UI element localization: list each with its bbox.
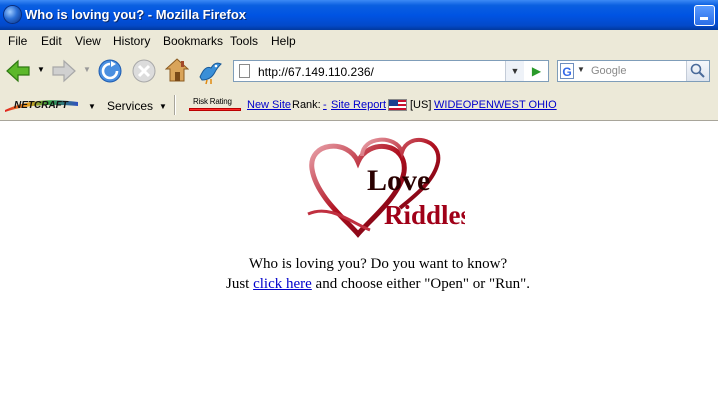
risk-rating-label: Risk Rating bbox=[193, 97, 232, 106]
stop-icon[interactable] bbox=[131, 58, 157, 84]
reload-icon[interactable] bbox=[97, 58, 123, 84]
menu-help[interactable]: Help bbox=[271, 34, 296, 48]
menu-bar: File Edit View History Bookmarks Tools H… bbox=[0, 30, 718, 53]
logo-love-text: Love bbox=[367, 164, 430, 197]
host-link[interactable]: WIDEOPENWEST OHIO bbox=[434, 99, 557, 111]
site-report-link[interactable]: Site Report bbox=[331, 99, 386, 111]
search-input[interactable]: Google bbox=[591, 65, 626, 77]
firefox-logo-icon bbox=[4, 6, 21, 23]
risk-rating-bar bbox=[189, 108, 241, 111]
menu-edit[interactable]: Edit bbox=[41, 34, 62, 48]
url-text[interactable]: http://67.149.110.236/ bbox=[258, 65, 374, 79]
us-flag-icon bbox=[388, 99, 407, 111]
menu-tools[interactable]: Tools bbox=[230, 34, 258, 48]
window-titlebar[interactable]: Who is loving you? - Mozilla Firefox bbox=[0, 0, 718, 30]
rank-label: Rank: bbox=[292, 99, 321, 111]
netcraft-logo[interactable]: NETCRAFT bbox=[4, 98, 80, 112]
bird-addon-icon[interactable] bbox=[197, 57, 223, 85]
risk-rating-meter[interactable]: Risk Rating bbox=[189, 97, 241, 112]
logo-riddles-text: Riddles bbox=[384, 200, 465, 230]
navigation-toolbar: ▼ ▼ http://67.149.110.236/ ▼ ▶ G ▼ Googl… bbox=[0, 52, 718, 91]
page-content: Love Riddles Who is loving you? Do you w… bbox=[0, 121, 718, 417]
home-icon[interactable] bbox=[165, 57, 189, 83]
netcraft-toolbar: NETCRAFT ▼ Services ▼ Risk Rating New Si… bbox=[0, 90, 718, 121]
minimize-button[interactable] bbox=[694, 5, 715, 26]
menu-file[interactable]: File bbox=[8, 34, 27, 48]
google-engine-icon[interactable]: G bbox=[560, 63, 574, 79]
new-site-link[interactable]: New Site bbox=[247, 99, 291, 111]
netcraft-logo-text: NETCRAFT bbox=[14, 100, 69, 111]
click-here-link[interactable]: click here bbox=[253, 276, 312, 292]
rank-value[interactable]: - bbox=[323, 99, 327, 111]
search-button[interactable] bbox=[686, 61, 709, 81]
back-dropdown-icon[interactable]: ▼ bbox=[37, 65, 45, 74]
netcraft-dropdown-icon[interactable]: ▼ bbox=[88, 102, 96, 111]
forward-dropdown-icon[interactable]: ▼ bbox=[83, 65, 91, 74]
window-title: Who is loving you? - Mozilla Firefox bbox=[25, 7, 246, 22]
url-history-dropdown-icon[interactable]: ▼ bbox=[505, 61, 524, 81]
forward-arrow-icon[interactable] bbox=[51, 59, 77, 83]
services-dropdown-icon[interactable]: ▼ bbox=[159, 102, 167, 111]
menu-view[interactable]: View bbox=[75, 34, 101, 48]
url-bar[interactable]: http://67.149.110.236/ ▼ ▶ bbox=[233, 60, 549, 82]
menu-bookmarks[interactable]: Bookmarks bbox=[163, 34, 223, 48]
instruction-line: Just click here and choose either "Open"… bbox=[0, 276, 718, 293]
country-code: [US] bbox=[410, 99, 432, 111]
magnifier-icon bbox=[690, 63, 705, 78]
menu-history[interactable]: History bbox=[113, 34, 150, 48]
back-arrow-icon[interactable] bbox=[5, 59, 31, 83]
toolbar-separator bbox=[174, 95, 175, 115]
love-riddles-logo: Love Riddles bbox=[307, 137, 465, 238]
search-bar[interactable]: G ▼ Google bbox=[557, 60, 710, 82]
services-menu[interactable]: Services bbox=[107, 99, 153, 113]
question-text: Who is loving you? Do you want to know? bbox=[248, 256, 508, 272]
instruction-suffix: and choose either "Open" or "Run". bbox=[315, 276, 530, 292]
engine-dropdown-icon[interactable]: ▼ bbox=[577, 65, 585, 74]
page-favicon-icon bbox=[239, 64, 250, 78]
instruction-prefix: Just bbox=[225, 276, 250, 292]
go-arrow-icon[interactable]: ▶ bbox=[525, 61, 548, 81]
